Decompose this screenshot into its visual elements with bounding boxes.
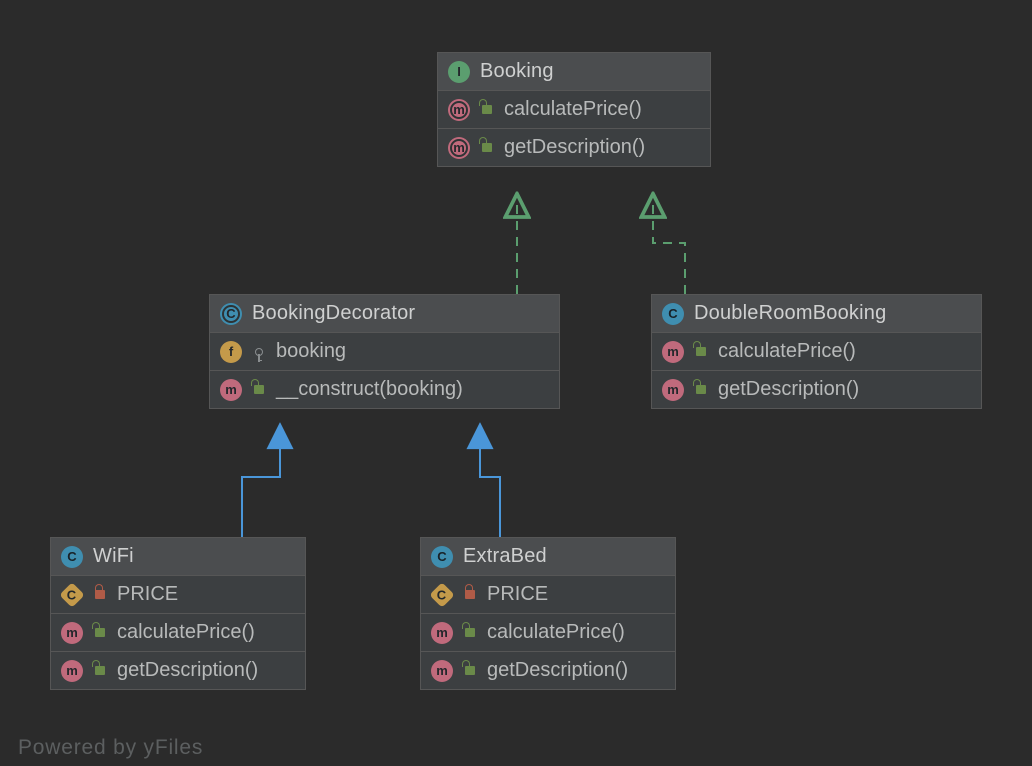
member-label: __construct(booking) [276, 378, 463, 401]
member-label: PRICE [117, 583, 178, 606]
member-label: getDescription() [117, 659, 258, 682]
member-row: m calculatePrice() [438, 90, 710, 128]
public-icon [480, 105, 494, 114]
member-label: getDescription() [718, 378, 859, 401]
class-icon: C [662, 303, 684, 325]
class-wifi[interactable]: C WiFi C PRICE m calculatePrice() m getD… [50, 537, 306, 690]
member-row: m getDescription() [421, 651, 675, 689]
member-label: calculatePrice() [487, 621, 625, 644]
member-row: m calculatePrice() [652, 332, 981, 370]
method-icon: m [61, 660, 83, 682]
member-label: PRICE [487, 583, 548, 606]
member-label: booking [276, 340, 346, 363]
abstract-method-icon: m [448, 99, 470, 121]
class-name: WiFi [93, 545, 134, 568]
edge-generalization [242, 427, 280, 537]
abstract-class-icon: C [220, 303, 242, 325]
class-booking[interactable]: I Booking m calculatePrice() m getDescri… [437, 52, 711, 167]
public-icon [463, 666, 477, 675]
public-icon [93, 666, 107, 675]
member-row: m getDescription() [438, 128, 710, 166]
member-row: m getDescription() [51, 651, 305, 689]
class-header: C ExtraBed [421, 538, 675, 575]
member-row: C PRICE [51, 575, 305, 613]
public-icon [252, 385, 266, 394]
member-row: m calculatePrice() [421, 613, 675, 651]
edge-realization [653, 196, 685, 294]
method-icon: m [61, 622, 83, 644]
class-name: BookingDecorator [252, 302, 415, 325]
interface-icon: I [448, 61, 470, 83]
class-header: I Booking [438, 53, 710, 90]
member-row: m getDescription() [652, 370, 981, 408]
constant-icon: C [61, 586, 83, 604]
method-icon: m [662, 379, 684, 401]
member-label: calculatePrice() [504, 98, 642, 121]
class-header: C WiFi [51, 538, 305, 575]
class-header: C DoubleRoomBooking [652, 295, 981, 332]
public-icon [694, 385, 708, 394]
member-row: C PRICE [421, 575, 675, 613]
field-icon: f [220, 341, 242, 363]
edge-generalization [480, 427, 500, 537]
public-icon [694, 347, 708, 356]
protected-icon [252, 348, 266, 356]
abstract-method-icon: m [448, 137, 470, 159]
member-label: calculatePrice() [718, 340, 856, 363]
uml-diagram-canvas: I Booking m calculatePrice() m getDescri… [0, 0, 1032, 766]
public-icon [463, 628, 477, 637]
class-double-room-booking[interactable]: C DoubleRoomBooking m calculatePrice() m… [651, 294, 982, 409]
powered-by-label: Powered by yFiles [18, 736, 203, 760]
class-booking-decorator[interactable]: C BookingDecorator f booking m __constru… [209, 294, 560, 409]
member-row: f booking [210, 332, 559, 370]
member-row: m calculatePrice() [51, 613, 305, 651]
member-row: m __construct(booking) [210, 370, 559, 408]
public-icon [93, 628, 107, 637]
class-name: ExtraBed [463, 545, 547, 568]
constant-icon: C [431, 586, 453, 604]
public-icon [480, 143, 494, 152]
method-icon: m [220, 379, 242, 401]
method-icon: m [662, 341, 684, 363]
private-icon [463, 590, 477, 599]
class-icon: C [61, 546, 83, 568]
member-label: getDescription() [487, 659, 628, 682]
private-icon [93, 590, 107, 599]
method-icon: m [431, 622, 453, 644]
class-name: Booking [480, 60, 554, 83]
member-label: getDescription() [504, 136, 645, 159]
method-icon: m [431, 660, 453, 682]
class-header: C BookingDecorator [210, 295, 559, 332]
class-extra-bed[interactable]: C ExtraBed C PRICE m calculatePrice() m … [420, 537, 676, 690]
class-name: DoubleRoomBooking [694, 302, 886, 325]
class-icon: C [431, 546, 453, 568]
member-label: calculatePrice() [117, 621, 255, 644]
